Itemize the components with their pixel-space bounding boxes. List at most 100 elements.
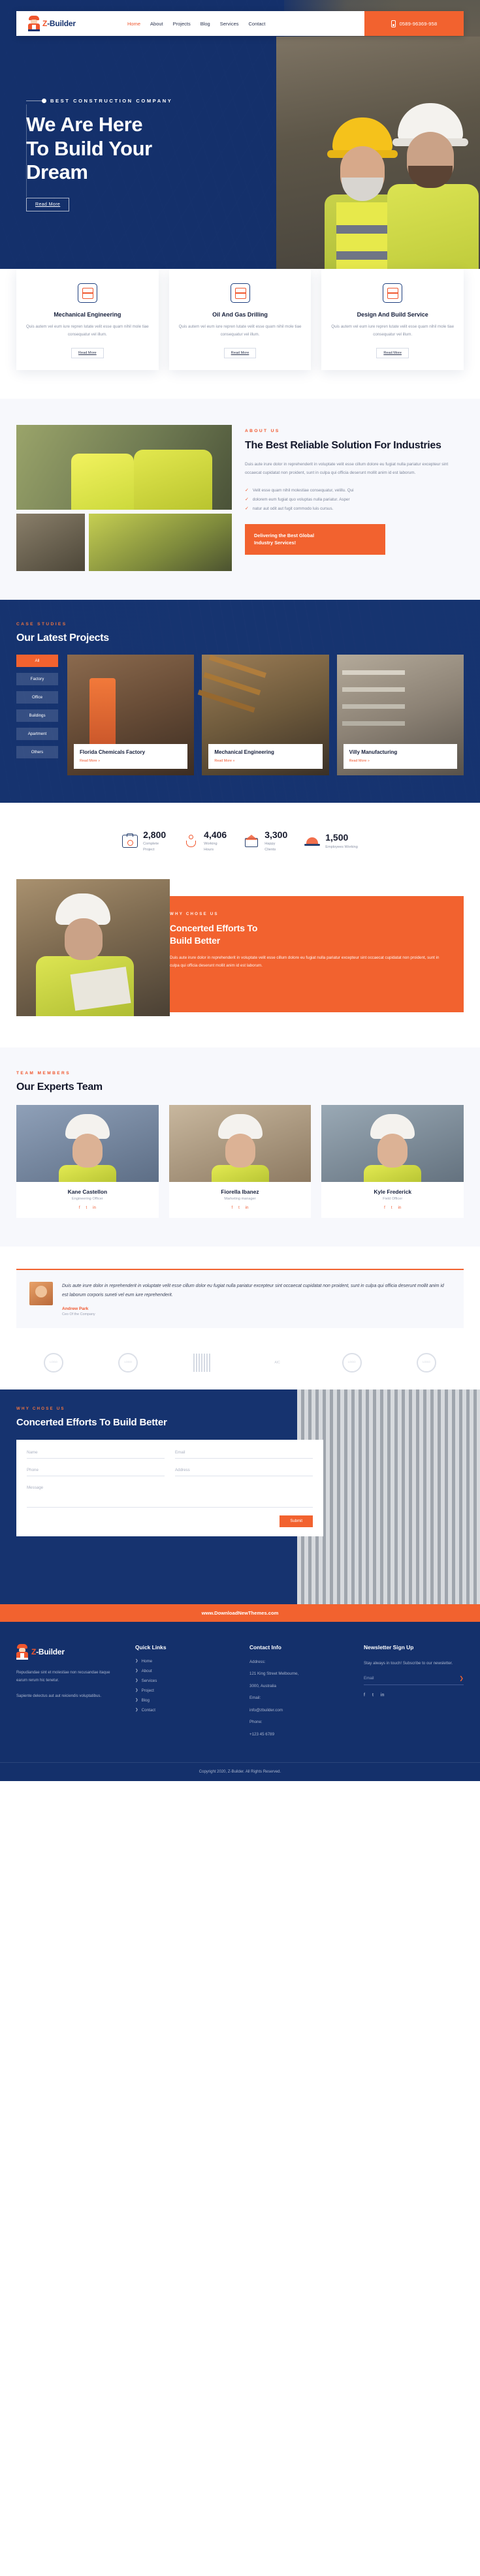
house-icon bbox=[244, 833, 259, 849]
team-member-info: Kane Castellon Engineering Officer f t i… bbox=[16, 1182, 159, 1218]
footer-link-contact[interactable]: ❯ Contact bbox=[135, 1708, 235, 1713]
nav-item-contact[interactable]: Contact bbox=[249, 21, 266, 27]
project-title: Villy Manufacturing bbox=[349, 749, 398, 756]
chevron-right-icon: ❯ bbox=[135, 1669, 138, 1673]
nav-item-services[interactable]: Services bbox=[220, 21, 239, 27]
address-input[interactable]: Address bbox=[175, 1468, 313, 1476]
header-phone-button[interactable]: 0589-96369-958 bbox=[364, 11, 464, 36]
hero-section: Z-Builder Home About Projects Blog Servi… bbox=[0, 0, 480, 313]
service-title: Mechanical Engineering bbox=[54, 311, 121, 318]
filter-others[interactable]: Others bbox=[16, 746, 58, 759]
project-card-villy[interactable]: Villy Manufacturing Read More » bbox=[336, 655, 464, 776]
testimonial-section: Duis aute irure dolor in reprehenderit i… bbox=[0, 1246, 480, 1345]
team-member-card[interactable]: Kane Castellon Engineering Officer f t i… bbox=[16, 1104, 159, 1218]
about-check-list: ✓ Velit esse quam nihil molestiae consequ… bbox=[245, 486, 464, 514]
footer-contact-phone[interactable]: +123 45 6789 bbox=[249, 1731, 349, 1739]
chevron-right-icon: ❯ bbox=[135, 1679, 138, 1683]
footer-contact-email[interactable]: info@zbuilder.com bbox=[249, 1707, 349, 1715]
twitter-icon[interactable]: t bbox=[391, 1206, 392, 1210]
facebook-icon[interactable]: f bbox=[232, 1206, 233, 1210]
service-card-design-build[interactable]: Design And Build Service Quis autem vel … bbox=[321, 269, 464, 371]
filter-factory[interactable]: Factory bbox=[16, 673, 58, 686]
team-member-role: Field Officer bbox=[383, 1196, 403, 1201]
why-choose-us-section: WHY CHOSE US Concerted Efforts To Build … bbox=[0, 878, 480, 1047]
nav-links: Home About Projects Blog Services Contac… bbox=[121, 21, 364, 27]
about-cta-line-1: Delivering the Best Global bbox=[254, 532, 314, 538]
service-title: Design And Build Service bbox=[357, 311, 428, 318]
service-read-more-button[interactable]: Read More bbox=[71, 348, 104, 359]
footer-link-blog[interactable]: ❯ Blog bbox=[135, 1698, 235, 1703]
about-check-text: Velit esse quam nihil molestiae consequa… bbox=[252, 488, 354, 493]
contact-title: Concerted Efforts To Build Better bbox=[16, 1416, 167, 1428]
twitter-icon[interactable]: t bbox=[238, 1206, 240, 1210]
submit-button[interactable]: Submit bbox=[280, 1515, 313, 1527]
footer-link-label: Blog bbox=[141, 1698, 150, 1703]
team-member-card[interactable]: Kyle Frederick Field Officer f t in bbox=[321, 1104, 464, 1218]
project-card-mechanical[interactable]: Mechanical Engineering Read More » bbox=[202, 655, 329, 776]
filter-buildings[interactable]: Buildings bbox=[16, 709, 58, 722]
about-paragraph: Duis aute irure dolor in reprehenderit i… bbox=[245, 461, 449, 475]
linkedin-icon[interactable]: in bbox=[93, 1206, 96, 1210]
team-member-name: Kyle Frederick bbox=[374, 1188, 412, 1195]
project-read-more-link[interactable]: Read More » bbox=[80, 759, 182, 763]
contact-section: WHY CHOSE US Concerted Efforts To Build … bbox=[0, 1389, 480, 1605]
brand-logo[interactable]: Z-Builder bbox=[16, 16, 121, 31]
main-navigation[interactable]: Z-Builder Home About Projects Blog Servi… bbox=[16, 11, 464, 36]
project-card-florida[interactable]: Florida Chemicals Factory Read More » bbox=[67, 655, 195, 776]
filter-all[interactable]: All bbox=[16, 655, 58, 668]
footer-brand[interactable]: Z-Builder bbox=[16, 1643, 121, 1660]
stat-number: 3,300 bbox=[264, 830, 288, 841]
team-section: TEAM MEMBERS Our Experts Team Kane Caste… bbox=[0, 1047, 480, 1247]
nav-item-home[interactable]: Home bbox=[127, 21, 140, 27]
hero-read-more-button[interactable]: Read More bbox=[26, 197, 70, 211]
team-member-card[interactable]: Fiorella Ibanez Marketing manager f t in bbox=[168, 1104, 312, 1218]
footer-newsletter-column: Newsletter Sign Up Stay always in touch!… bbox=[364, 1644, 464, 1744]
facebook-icon[interactable]: f bbox=[79, 1206, 80, 1210]
linkedin-icon[interactable]: in bbox=[398, 1206, 402, 1210]
partner-logo: AIC bbox=[263, 1353, 293, 1373]
promo-url-bar[interactable]: www.DownloadNewThemes.com bbox=[0, 1604, 480, 1622]
service-read-more-button[interactable]: Read More bbox=[376, 348, 409, 359]
nav-item-blog[interactable]: Blog bbox=[200, 21, 210, 27]
phone-input[interactable]: Phone bbox=[27, 1468, 165, 1476]
project-read-more-link[interactable]: Read More » bbox=[349, 759, 451, 763]
stat-employees-working: 1,500 Employees Working bbox=[304, 830, 358, 853]
about-main-image bbox=[16, 425, 232, 510]
name-input[interactable]: Name bbox=[27, 1450, 165, 1459]
service-card-mechanical[interactable]: Mechanical Engineering Quis autem vel eu… bbox=[16, 269, 159, 371]
filter-apartment[interactable]: Apartment bbox=[16, 728, 58, 741]
linkedin-icon[interactable]: in bbox=[381, 1693, 384, 1698]
email-input[interactable]: Email bbox=[175, 1450, 313, 1459]
facebook-icon[interactable]: f bbox=[364, 1693, 365, 1698]
form-row-2: Phone Address bbox=[27, 1468, 313, 1476]
project-read-more-link[interactable]: Read More » bbox=[214, 759, 316, 763]
message-input[interactable]: Message bbox=[27, 1485, 313, 1508]
about-cta-banner[interactable]: Delivering the Best Global Industry Serv… bbox=[245, 523, 385, 555]
nav-item-projects[interactable]: Projects bbox=[173, 21, 191, 27]
contact-form[interactable]: Name Email Phone Address Message Submit bbox=[16, 1439, 323, 1536]
footer-link-project[interactable]: ❯ Project bbox=[135, 1688, 235, 1693]
facebook-icon[interactable]: f bbox=[384, 1206, 385, 1210]
newsletter-email-input[interactable]: Email ❯ bbox=[364, 1675, 464, 1685]
service-read-more-button[interactable]: Read More bbox=[223, 348, 257, 359]
contact-content: WHY CHOSE US Concerted Efforts To Build … bbox=[16, 1406, 323, 1536]
factory-icon bbox=[381, 282, 404, 304]
about-image-group bbox=[16, 425, 232, 572]
filter-office[interactable]: Office bbox=[16, 691, 58, 704]
footer-link-about[interactable]: ❯ About bbox=[135, 1669, 235, 1673]
footer-contact-line: Email: bbox=[249, 1696, 261, 1701]
footer-newsletter-text: Stay always in touch! Subscribe to our n… bbox=[364, 1660, 453, 1666]
nav-item-about[interactable]: About bbox=[150, 21, 163, 27]
stat-label: Happy Clients bbox=[264, 841, 287, 852]
footer-link-services[interactable]: ❯ Services bbox=[135, 1679, 235, 1683]
twitter-icon[interactable]: t bbox=[86, 1206, 88, 1210]
footer-link-home[interactable]: ❯ Home bbox=[135, 1659, 235, 1664]
service-card-oil-gas[interactable]: Oil And Gas Drilling Quis autem vel eum … bbox=[168, 269, 312, 371]
partner-logo: LOGO bbox=[113, 1352, 143, 1373]
partner-ring-icon: LOGO bbox=[416, 1352, 436, 1373]
brand-name: Z-Builder bbox=[42, 19, 76, 28]
twitter-icon[interactable]: t bbox=[372, 1693, 374, 1698]
newsletter-submit-arrow-icon[interactable]: ❯ bbox=[459, 1675, 464, 1681]
about-check-text: natur aut odit aut fugit commodo luis cu… bbox=[252, 506, 334, 511]
linkedin-icon[interactable]: in bbox=[246, 1206, 249, 1210]
